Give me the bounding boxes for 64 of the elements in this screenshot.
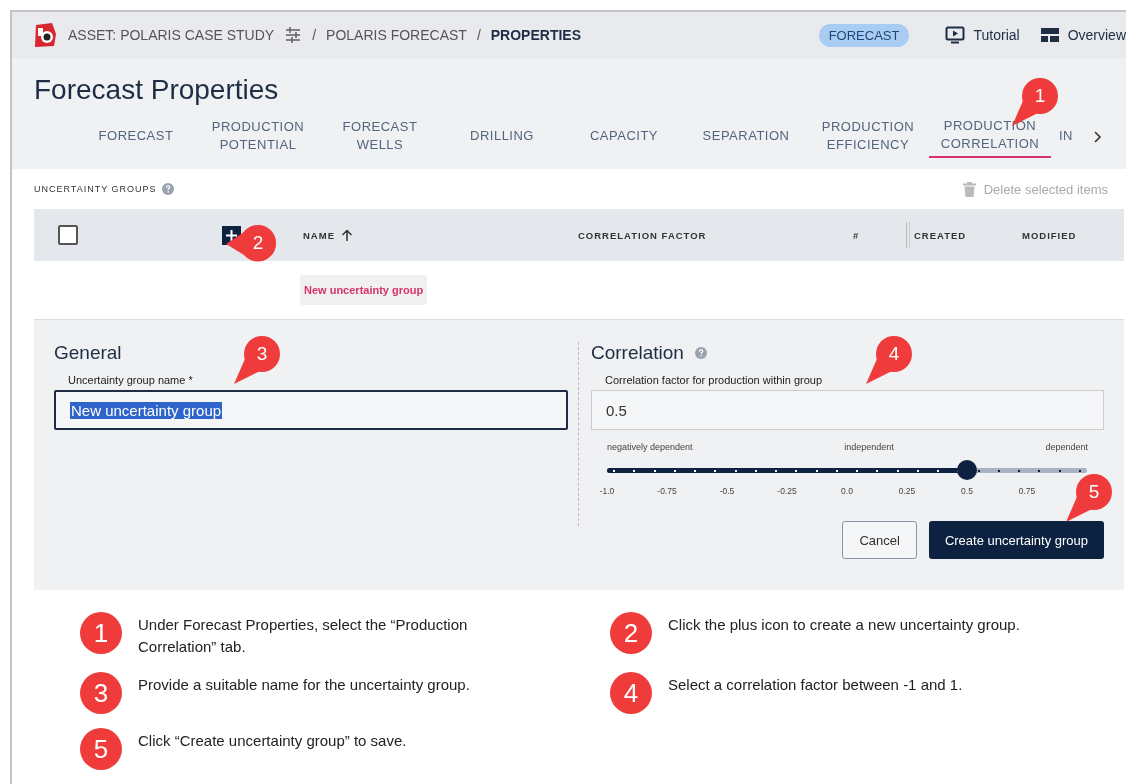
column-header[interactable]: NAME [303, 228, 578, 242]
breadcrumb-current: PROPERTIES [490, 27, 581, 43]
step-number: 3 [80, 672, 122, 714]
tick-label: -0.5 [718, 486, 736, 496]
section-label: UNCERTAINTY GROUPS [34, 184, 157, 194]
instruction-text: Select a correlation factor between -1 and 1. [668, 675, 964, 695]
tab[interactable]: PRODUCTION POTENTIAL [197, 116, 319, 158]
tick-label: 0.0 [840, 486, 854, 496]
tick-label: -0.75 [656, 486, 678, 496]
tab[interactable]: FORECAST WELLS [319, 116, 441, 158]
instruction-text: Under Forecast Properties, select the “Production Correlation” tab. [138, 615, 469, 657]
slider-label: independent [844, 442, 894, 452]
tick-label: 0.25 [897, 486, 917, 496]
instruction-text: Click “Create uncertainty group” to save. [138, 731, 408, 751]
step-number: 5 [80, 728, 122, 770]
column-header[interactable]: # [853, 229, 906, 241]
chevron-right-icon[interactable] [1091, 130, 1103, 144]
breadcrumb-link[interactable]: ASSET: POLARIS CASE STUDY [68, 27, 275, 43]
step-number: 1 [80, 612, 122, 654]
create-button[interactable]: Create uncertainty group [928, 521, 1104, 559]
tab[interactable]: IN [1051, 116, 1087, 158]
tab[interactable]: SEPARATION [685, 116, 807, 158]
select-all-checkbox[interactable] [58, 225, 78, 245]
instruction-text: Click the plus icon to create a new uncertainty group. [668, 615, 1021, 635]
tick-label: 0.5 [960, 486, 974, 496]
tab[interactable]: PRODUCTION EFFICIENCY [807, 116, 929, 158]
tick-label: -1.0 [598, 486, 616, 496]
column-header[interactable]: CREATED [914, 229, 1022, 241]
section-heading: General [54, 342, 122, 364]
play-icon [945, 26, 966, 44]
section-heading: Correlation [591, 342, 684, 364]
plus-icon [226, 229, 237, 241]
tick-label: -0.25 [776, 486, 798, 496]
help-icon[interactable] [161, 183, 174, 195]
header-link[interactable]: Overview [1039, 26, 1126, 44]
tab[interactable]: DRILLING [441, 116, 563, 158]
slider-thumb[interactable] [957, 460, 977, 480]
step-number: 2 [610, 612, 652, 654]
instruction-text: Provide a suitable name for the uncertainty group. [138, 675, 471, 695]
filter-icon[interactable] [284, 26, 303, 44]
column-header[interactable]: MODIFIED [1022, 229, 1126, 241]
breadcrumb-separator: / [312, 27, 317, 43]
step-number: 4 [610, 672, 652, 714]
tick-label: 0.75 [1017, 486, 1037, 496]
cancel-button[interactable]: Cancel [842, 521, 917, 559]
logo-icon[interactable] [32, 22, 58, 48]
mode-badge: FORECAST [818, 23, 910, 47]
breadcrumb-link[interactable]: POLARIS FORECAST [326, 27, 467, 43]
header-link[interactable]: Tutorial [945, 26, 1020, 44]
slider-label: dependent [1045, 442, 1088, 452]
name-field[interactable]: New uncertainty group [54, 390, 568, 430]
page-title: Forecast Properties [34, 74, 279, 106]
tab[interactable]: FORECAST [75, 116, 197, 158]
breadcrumb-separator: / [476, 27, 481, 43]
column-header[interactable]: CORRELATION FACTOR [578, 229, 853, 241]
correlation-field[interactable]: 0.5 [591, 390, 1104, 430]
field-label: Correlation factor for production within group [605, 374, 824, 386]
layout-icon [1039, 26, 1060, 44]
slider-track[interactable] [607, 460, 1087, 480]
trash-icon [962, 181, 976, 197]
field-label: Uncertainty group name * [68, 374, 194, 386]
new-group-label: New uncertainty group [300, 275, 428, 305]
tab[interactable]: CAPACITY [563, 116, 685, 158]
slider-label: negatively dependent [607, 442, 693, 452]
